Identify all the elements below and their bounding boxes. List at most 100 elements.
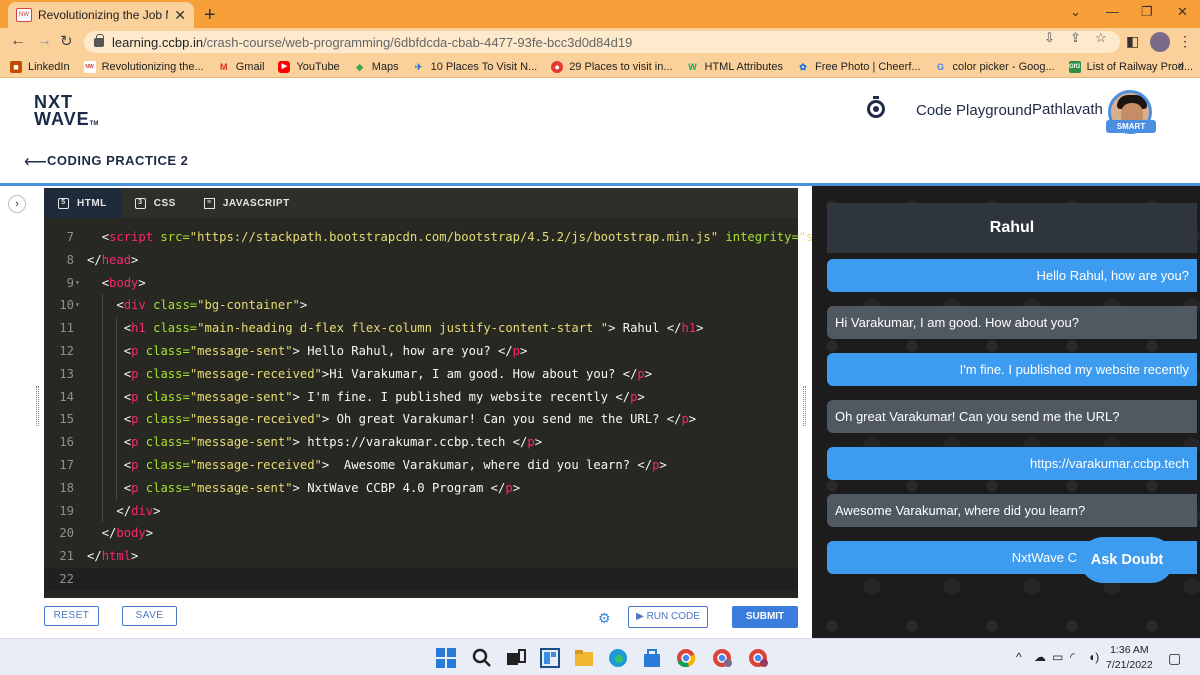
code-line[interactable]: 14 <p class="message-sent"> I'm fine. I p… bbox=[44, 385, 798, 409]
code-line[interactable]: 12 < p class="message-sent"> Hello Rahul, … bbox=[44, 339, 798, 363]
file-explorer-icon[interactable] bbox=[574, 648, 594, 668]
run-code-button[interactable]: ▶ RUN CODE bbox=[628, 606, 708, 628]
code-line[interactable]: 19 </div> bbox=[44, 499, 798, 523]
submit-button[interactable]: SUBMIT bbox=[732, 606, 798, 628]
tab-javascript[interactable]: ≡ JAVASCRIPT bbox=[190, 188, 304, 218]
save-button[interactable]: SAVE bbox=[122, 606, 177, 626]
edge-browser-icon[interactable] bbox=[608, 648, 628, 668]
bookmark-gmail[interactable]: M Gmail bbox=[218, 61, 264, 73]
user-name[interactable]: Pathlavath bbox=[1032, 101, 1103, 118]
browser-profile-avatar[interactable] bbox=[1150, 32, 1170, 52]
wifi-icon[interactable]: ◜ bbox=[1070, 650, 1075, 664]
tab-html[interactable]: 5 HTML bbox=[44, 188, 121, 218]
bookmark-label: Maps bbox=[371, 60, 399, 73]
code-token: > bbox=[637, 389, 645, 404]
fold-arrow-icon[interactable]: ▾ bbox=[75, 272, 80, 295]
fold-arrow-icon[interactable]: ▾ bbox=[75, 294, 80, 317]
back-arrow-icon[interactable]: ⟵ bbox=[24, 152, 47, 172]
code-token: > bbox=[659, 457, 667, 472]
code-line[interactable]: 8 </head> bbox=[44, 249, 798, 272]
briefcase-icon: ■ bbox=[10, 60, 22, 73]
code-line[interactable]: 11 <h1 class="main-heading d-flex flex-co… bbox=[44, 317, 798, 340]
code-token: p bbox=[681, 412, 689, 427]
tab-search-chevron-icon[interactable]: ⌄ bbox=[1070, 4, 1081, 20]
code-playground-link[interactable]: Code Playground bbox=[916, 102, 1032, 119]
left-resize-handle[interactable] bbox=[36, 386, 39, 426]
code-token: div bbox=[131, 503, 154, 518]
chrome-menu-icon[interactable]: ⋮ bbox=[1178, 33, 1192, 50]
bookmark-star-icon[interactable]: ☆ bbox=[1095, 30, 1107, 46]
close-tab-icon[interactable]: ✕ bbox=[174, 7, 186, 24]
code-line[interactable]: 16 < p class="message-sent"> https://varak… bbox=[44, 431, 798, 454]
split-resize-handle[interactable] bbox=[803, 386, 806, 426]
code-line[interactable]: 10 ▾ <div class="bg-container"> bbox=[44, 294, 798, 318]
bookmark-color-picker[interactable]: Gcolor picker - Goog... bbox=[935, 61, 1055, 73]
settings-gear-icon[interactable]: ⚙ bbox=[598, 610, 611, 627]
browser-tab[interactable]: NW Revolutionizing the Job Market | ✕ bbox=[8, 2, 194, 28]
search-icon[interactable] bbox=[472, 648, 492, 668]
tab-css[interactable]: 3 CSS bbox=[121, 188, 190, 218]
widgets-icon[interactable] bbox=[540, 648, 560, 668]
more-bookmarks-icon[interactable]: » bbox=[1178, 60, 1184, 72]
bookmark-youtube[interactable]: ▶ YouTube bbox=[278, 60, 340, 73]
windows-start-icon[interactable] bbox=[436, 648, 456, 668]
code-token: < bbox=[123, 343, 132, 358]
back-arrow-icon[interactable]: ← bbox=[10, 32, 26, 50]
minimize-window-icon[interactable]: — bbox=[1106, 4, 1119, 19]
battery-icon[interactable]: ▭ bbox=[1052, 650, 1063, 664]
bookmark-revolutionizing[interactable]: NW Revolutionizing the... bbox=[83, 60, 204, 73]
close-window-icon[interactable]: ✕ bbox=[1177, 4, 1188, 20]
message-sent: I'm fine. I published my website recentl… bbox=[827, 353, 1197, 386]
share-icon[interactable]: ⇪ bbox=[1070, 30, 1081, 46]
restore-window-icon[interactable]: ❐ bbox=[1141, 4, 1153, 20]
code-line[interactable]: 18 < p class="message-sent"> NxtWave CCBP … bbox=[44, 476, 798, 500]
chrome-profile-icon[interactable] bbox=[712, 648, 732, 668]
code-text: < p class="message-received">Hi Varakumar… bbox=[124, 363, 652, 386]
code-line[interactable]: 7 <script src="https://stackpath.bootstra… bbox=[44, 226, 821, 249]
code-line[interactable]: 21 </html> bbox=[44, 545, 798, 568]
code-text: <h1 class="main-heading d-flex flex-colu… bbox=[124, 317, 704, 340]
code-token: p bbox=[512, 343, 521, 358]
indent-guide bbox=[116, 408, 118, 432]
sidebar-panel-icon[interactable]: ◧ bbox=[1126, 33, 1139, 50]
youtube-icon: ▶ bbox=[278, 60, 291, 73]
code-line[interactable]: 15 < p class="message-received"> Oh great … bbox=[44, 408, 798, 432]
code-line[interactable]: 9 ▾ <body> bbox=[44, 272, 798, 295]
show-hidden-icons-chevron-icon[interactable]: ^ bbox=[1016, 650, 1022, 664]
new-tab-icon[interactable]: + bbox=[204, 4, 216, 27]
expand-sidebar-chevron-icon[interactable]: › bbox=[8, 195, 26, 213]
bookmark-free-photo[interactable]: ✿ Free Photo | Cheerf... bbox=[797, 61, 920, 73]
bookmark-html-attributes[interactable]: W HTML Attributes bbox=[687, 61, 783, 73]
code-line[interactable]: 22 bbox=[44, 567, 798, 591]
reload-icon[interactable]: ↻ bbox=[60, 32, 73, 50]
bookmark-10-places[interactable]: ✈ 10 Places To Visit N... bbox=[413, 61, 537, 73]
bookmark-linkedin[interactable]: ■ LinkedIn bbox=[10, 60, 70, 73]
code-editor[interactable]: 5 HTML 3 CSS ≡ JAVASCRIPT 7 <script src="htt… bbox=[44, 188, 821, 598]
system-clock[interactable]: 1:36 AM 7/21/2022 bbox=[1106, 643, 1153, 673]
chrome-profile-2-icon[interactable] bbox=[748, 648, 768, 668]
code-line[interactable]: 13 < p class="message-received">Hi Varakum… bbox=[44, 362, 798, 386]
code-line[interactable]: 20 </body> bbox=[44, 522, 798, 545]
notification-icon[interactable]: ▢ bbox=[1168, 650, 1181, 667]
onedrive-cloud-icon[interactable]: ☁ bbox=[1034, 650, 1046, 664]
task-view-icon[interactable] bbox=[506, 648, 526, 668]
code-text: <p class="message-received"> Awesome Var… bbox=[124, 454, 667, 477]
reset-button[interactable]: RESET bbox=[44, 606, 99, 626]
bookmark-maps[interactable]: ◆ Maps bbox=[354, 60, 399, 73]
bookmark-label: LinkedIn bbox=[28, 60, 70, 73]
chrome-icon[interactable] bbox=[676, 648, 696, 668]
code-text: </div> bbox=[116, 500, 160, 523]
code-token: </ bbox=[87, 549, 102, 564]
nxtwave-logo[interactable]: NXT WAVETM bbox=[34, 93, 98, 133]
bookmark-railway[interactable]: GfG List of Railway Prod... bbox=[1068, 60, 1193, 73]
bookmark-29-places[interactable]: ● 29 Places to visit in... bbox=[551, 60, 673, 73]
microsoft-store-icon[interactable] bbox=[642, 648, 662, 668]
address-bar[interactable]: learning.ccbp.in/crash-course/web-progra… bbox=[84, 31, 1120, 53]
volume-icon[interactable]: ◖) bbox=[1088, 650, 1099, 664]
forward-arrow-icon[interactable]: → bbox=[36, 32, 52, 50]
code-line[interactable]: 17 <p class="message-received"> Awesome V… bbox=[44, 453, 798, 477]
install-app-icon[interactable]: ⇩ bbox=[1044, 30, 1055, 46]
stopwatch-icon[interactable] bbox=[866, 96, 886, 118]
code-lines[interactable]: 7 <script src="https://stackpath.bootstra… bbox=[44, 226, 821, 591]
ask-doubt-button[interactable]: Ask Doubt bbox=[1080, 537, 1174, 583]
